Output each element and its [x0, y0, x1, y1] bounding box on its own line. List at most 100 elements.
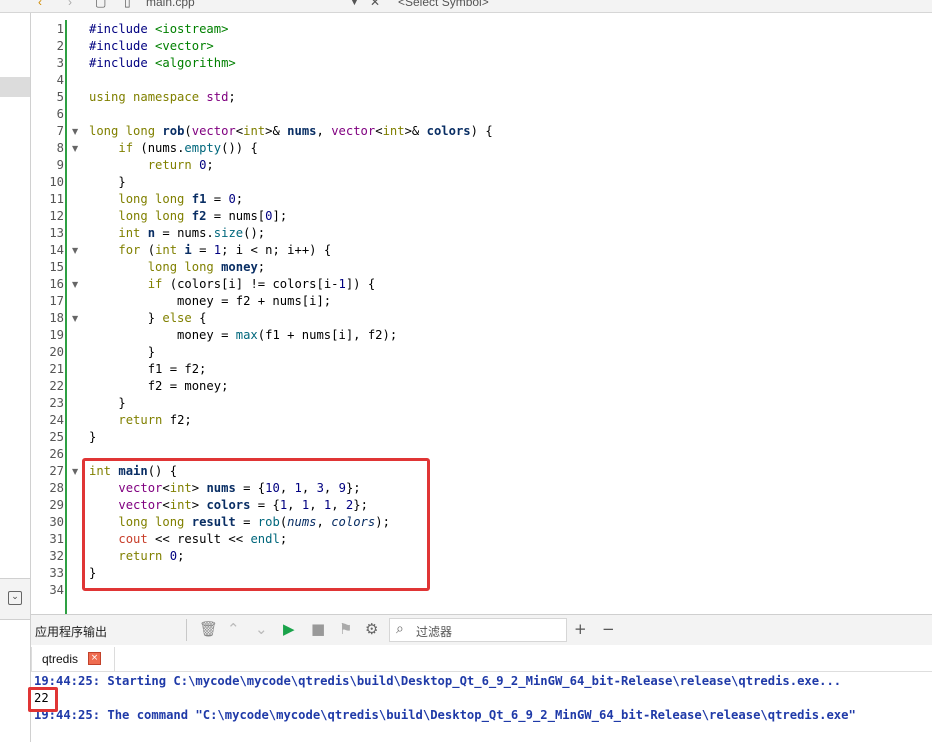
line-number: 30: [49, 515, 64, 529]
tab-label: qtredis: [42, 652, 79, 666]
back-icon[interactable]: ‹: [38, 0, 42, 9]
code-text: if (nums.empty()) {: [118, 141, 258, 155]
code-line[interactable]: 20 }: [31, 344, 932, 361]
fold-toggle-icon[interactable]: ▼: [72, 242, 78, 259]
chevron-up-icon[interactable]: ⌃: [227, 620, 240, 638]
line-number: 23: [49, 396, 64, 410]
code-text: }: [89, 430, 97, 444]
line-number: 27: [49, 464, 64, 478]
collapse-icon[interactable]: ⌄: [8, 591, 22, 605]
side-panel-selected-row[interactable]: [0, 77, 30, 97]
line-number: 4: [56, 73, 64, 87]
stop-icon[interactable]: ■: [311, 620, 325, 638]
code-line[interactable]: 7 ▼ long long rob(vector<int>& nums, vecto…: [31, 123, 932, 140]
line-number: 20: [49, 345, 64, 359]
line-number: 9: [56, 158, 64, 172]
line-number: 15: [49, 260, 64, 274]
code-text: money = max(f1 + nums[i], f2);: [89, 328, 398, 342]
code-text: } else {: [89, 311, 207, 325]
code-line[interactable]: 13 int n = nums.size();: [31, 225, 932, 242]
line-number: 3: [56, 56, 64, 70]
code-line[interactable]: 23 }: [31, 395, 932, 412]
line-number: 12: [49, 209, 64, 223]
fold-toggle-icon[interactable]: ▼: [72, 310, 78, 327]
code-line[interactable]: 9 return 0;: [31, 157, 932, 174]
code-text: #include <algorithm>: [89, 56, 236, 70]
code-line[interactable]: 17 money = f2 + nums[i];: [31, 293, 932, 310]
line-number: 1: [56, 22, 64, 36]
line-number: 21: [49, 362, 64, 376]
code-text: return f2;: [118, 413, 192, 427]
code-line[interactable]: 19 money = max(f1 + nums[i], f2);: [31, 327, 932, 344]
code-text: long long f1 = 0;: [118, 192, 244, 206]
code-text: #include <iostream>: [89, 22, 229, 36]
line-number: 14: [49, 243, 64, 257]
symbol-selector[interactable]: <Select Symbol>: [398, 0, 489, 9]
code-line[interactable]: 3 #include <algorithm>: [31, 55, 932, 72]
file-icon: ▯: [124, 0, 131, 9]
fold-toggle-icon[interactable]: ▼: [72, 140, 78, 157]
code-text: using namespace std;: [89, 90, 236, 104]
minus-icon[interactable]: −: [602, 620, 615, 638]
code-line[interactable]: 21 f1 = f2;: [31, 361, 932, 378]
fold-toggle-icon[interactable]: ▼: [72, 463, 78, 480]
code-text: f1 = f2;: [89, 362, 207, 376]
line-number: 31: [49, 532, 64, 546]
fold-toggle-icon[interactable]: ▼: [72, 123, 78, 140]
output-pane-title: 应用程序输出: [35, 625, 108, 639]
toolbar-divider: [186, 619, 187, 641]
code-line[interactable]: 10 }: [31, 174, 932, 191]
line-number: 22: [49, 379, 64, 393]
file-name-dropdown[interactable]: main.cpp: [146, 0, 195, 9]
code-line[interactable]: 6: [31, 106, 932, 123]
line-number: 34: [49, 583, 64, 597]
code-line[interactable]: 5 using namespace std;: [31, 89, 932, 106]
code-line[interactable]: 22 f2 = money;: [31, 378, 932, 395]
code-line[interactable]: 1 #include <iostream>: [31, 21, 932, 38]
code-line[interactable]: 25}: [31, 429, 932, 446]
line-number: 29: [49, 498, 64, 512]
trash-icon[interactable]: 🗑: [199, 620, 218, 638]
code-line[interactable]: 14 ▼ for (int i = 1; i < n; i++) {: [31, 242, 932, 259]
code-line[interactable]: 11 long long f1 = 0;: [31, 191, 932, 208]
side-panel-strip: ⌄: [0, 13, 31, 742]
filter-input[interactable]: ⌕ 过滤器: [389, 618, 567, 642]
code-line[interactable]: 24 return f2;: [31, 412, 932, 429]
code-line[interactable]: 8 ▼ if (nums.empty()) {: [31, 140, 932, 157]
application-output[interactable]: 19:44:25: Starting C:\mycode\mycode\qtre…: [31, 672, 932, 742]
result-highlight: [28, 687, 58, 712]
lock-icon[interactable]: ▢: [95, 0, 106, 9]
line-number: 24: [49, 413, 64, 427]
code-text: }: [89, 175, 126, 189]
chevron-down-icon[interactable]: ⌄: [255, 620, 268, 638]
line-number: 6: [56, 107, 64, 121]
code-line[interactable]: 15 long long money;: [31, 259, 932, 276]
forward-icon[interactable]: ›: [68, 0, 72, 9]
gear-icon[interactable]: ⚙: [365, 620, 378, 638]
close-icon[interactable]: ✕: [370, 0, 380, 9]
output-pane-toolbar: 应用程序输出 🗑 ⌃ ⌄ ▶ ■ ⚑ ⚙ ⌕ 过滤器 + −: [31, 614, 932, 646]
code-text: int n = nums.size();: [118, 226, 266, 240]
plus-icon[interactable]: +: [574, 620, 587, 638]
close-tab-icon[interactable]: ×: [88, 652, 101, 665]
main-function-highlight: [82, 458, 430, 591]
code-line[interactable]: 2 #include <vector>: [31, 38, 932, 55]
chevron-down-icon[interactable]: ▼: [350, 0, 359, 7]
line-number: 5: [56, 90, 64, 104]
code-line[interactable]: 16 ▼ if (colors[i] != colors[i-1]) {: [31, 276, 932, 293]
line-number: 32: [49, 549, 64, 563]
code-text: if (colors[i] != colors[i-1]) {: [147, 277, 376, 291]
run-icon[interactable]: ▶: [283, 620, 295, 638]
tab-qtredis[interactable]: qtredis ×: [31, 647, 115, 671]
fold-toggle-icon[interactable]: ▼: [72, 276, 78, 293]
line-number: 13: [49, 226, 64, 240]
code-text: for (int i = 1; i < n; i++) {: [118, 243, 332, 257]
debug-icon[interactable]: ⚑: [339, 620, 352, 638]
code-line[interactable]: 18 ▼ } else {: [31, 310, 932, 327]
line-number: 7: [56, 124, 64, 138]
code-text: #include <vector>: [89, 39, 214, 53]
line-number: 10: [49, 175, 64, 189]
code-text: }: [89, 345, 156, 359]
code-line[interactable]: 12 long long f2 = nums[0];: [31, 208, 932, 225]
code-line[interactable]: 4: [31, 72, 932, 89]
